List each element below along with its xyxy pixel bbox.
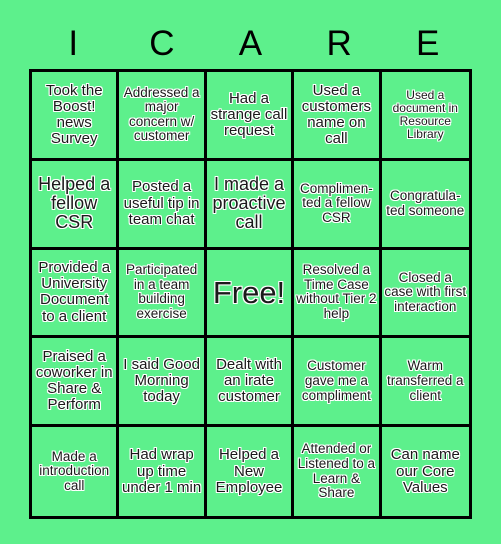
bingo-cell[interactable]: I made a proactive call xyxy=(206,160,295,250)
bingo-cell-label: Warm transferred a client xyxy=(387,358,464,403)
bingo-cell[interactable]: Had a strange call request xyxy=(206,72,295,161)
bingo-cell[interactable]: Had wrap up time under 1 min xyxy=(119,427,207,516)
bingo-cell-label: Can name our Core Values xyxy=(390,446,460,496)
bingo-cell[interactable]: Posted a useful tip in team chat xyxy=(119,160,207,250)
bingo-cell-label: Closed a case with first interaction xyxy=(384,269,467,314)
bingo-cell-label: Free! xyxy=(212,274,286,310)
bingo-cell-label: I said Good Morning today xyxy=(123,356,200,406)
bingo-cell[interactable]: Provided a University Document to a clie… xyxy=(32,249,120,339)
bingo-cell[interactable]: Used a document in Resource Library xyxy=(381,72,469,161)
bingo-cell[interactable]: Congratula-ted someone xyxy=(381,160,469,250)
bingo-cell[interactable]: Helped a fellow CSR xyxy=(32,160,120,250)
bingo-cell[interactable]: Can name our Core Values xyxy=(381,427,469,516)
bingo-cell[interactable]: Warm transferred a client xyxy=(381,338,469,428)
bingo-cell-label: Praised a coworker in Share & Perform xyxy=(35,347,113,414)
bingo-cell[interactable]: Complimen-ted a fellow CSR xyxy=(294,160,382,250)
bingo-cell-label: Posted a useful tip in team chat xyxy=(123,178,200,228)
bingo-cell[interactable]: Addressed a major concern w/ customer xyxy=(119,72,207,161)
bingo-header-letter-4: E xyxy=(415,24,440,63)
bingo-cell-label: Participated in a team building exercise xyxy=(125,262,198,322)
bingo-header-letter-2: A xyxy=(238,24,263,63)
bingo-header-letter-3: R xyxy=(326,24,352,63)
bingo-cell[interactable]: Dealt with an irate customer xyxy=(206,338,295,428)
bingo-cell-label: Had a strange call request xyxy=(210,89,288,139)
bingo-cell-label: I made a proactive call xyxy=(212,173,286,233)
bingo-cell-label: Helped a New Employee xyxy=(215,446,283,496)
bingo-cell-label: Complimen-ted a fellow CSR xyxy=(300,180,373,225)
bingo-cell-label: Congratula-ted someone xyxy=(386,188,465,218)
bingo-card: I C A R E Took the Boost! news Survey Address… xyxy=(0,0,501,544)
bingo-cell[interactable]: Took the Boost! news Survey xyxy=(32,72,120,161)
bingo-cell-label: Customer gave me a compliment xyxy=(301,358,371,403)
bingo-cell-label: Had wrap up time under 1 min xyxy=(121,446,202,496)
bingo-cell-label: Provided a University Document to a clie… xyxy=(38,259,111,325)
bingo-header: ICARE xyxy=(29,22,472,66)
bingo-cell-label: Addressed a major concern w/ customer xyxy=(123,84,200,144)
bingo-header-letter-1: C xyxy=(149,24,175,63)
bingo-grid: Took the Boost! news Survey Addressed a m… xyxy=(29,69,472,519)
bingo-cell[interactable]: Used a customers name on call xyxy=(294,72,382,161)
bingo-cell-label: Helped a fellow CSR xyxy=(38,173,111,233)
bingo-cell-label: Used a document in Resource Library xyxy=(392,87,458,141)
bingo-cell[interactable]: I said Good Morning today xyxy=(119,338,207,428)
bingo-cell-label: Resolved a Time Case without Tier 2 help xyxy=(296,262,377,322)
bingo-cell[interactable]: Customer gave me a compliment xyxy=(294,338,382,428)
bingo-cell[interactable]: Made a introduction call xyxy=(32,427,120,516)
bingo-cell[interactable]: Resolved a Time Case without Tier 2 help xyxy=(294,249,382,339)
bingo-cell-label: Made a introduction call xyxy=(39,448,110,493)
bingo-cell-free[interactable]: Free! xyxy=(206,249,295,339)
bingo-header-letter-0: I xyxy=(68,24,79,63)
bingo-cell-label: Dealt with an irate customer xyxy=(216,356,282,406)
bingo-cell-label: Attended or Listened to a Learn & Share xyxy=(297,441,376,501)
bingo-cell-label: Took the Boost! news Survey xyxy=(45,81,103,148)
bingo-cell[interactable]: Praised a coworker in Share & Perform xyxy=(32,338,120,428)
bingo-cell[interactable]: Helped a New Employee xyxy=(206,427,295,516)
bingo-cell[interactable]: Attended or Listened to a Learn & Share xyxy=(294,427,382,516)
bingo-cell[interactable]: Participated in a team building exercise xyxy=(119,249,207,339)
bingo-cell-label: Used a customers name on call xyxy=(301,81,371,148)
bingo-cell[interactable]: Closed a case with first interaction xyxy=(381,249,469,339)
